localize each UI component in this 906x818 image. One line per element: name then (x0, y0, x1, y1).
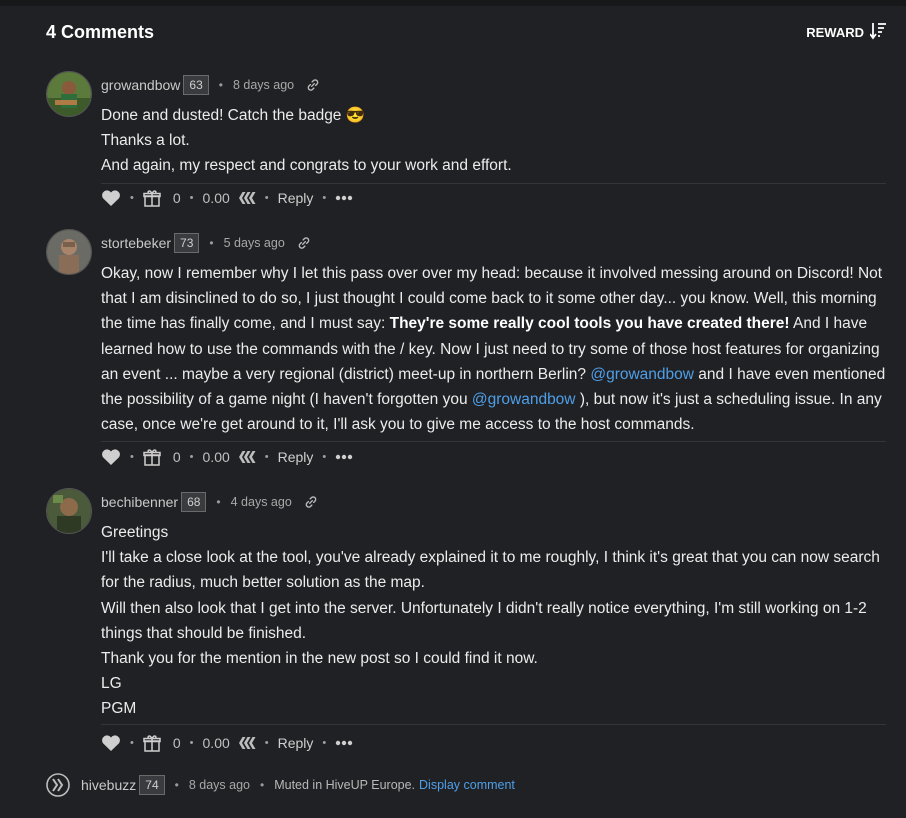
comment-item: growandbow 63 • 8 days ago Done and dust… (46, 71, 886, 216)
gift-icon[interactable] (143, 189, 161, 207)
comment-actions: • 0 • 0.00 • Reply • (101, 448, 353, 466)
comment-meta: growandbow 63 • 8 days ago (101, 75, 320, 95)
hivebuzz-avatar[interactable] (46, 773, 70, 797)
separator-dot: • (189, 192, 194, 204)
gift-icon[interactable] (143, 448, 161, 466)
mention-link[interactable]: @growandbow (590, 366, 694, 383)
comment-paragraph: Okay, now I remember why I let this pass… (101, 261, 891, 437)
mention-link[interactable]: @growandbow (472, 391, 576, 408)
comment-line: Done and dusted! Catch the badge 😎 (101, 107, 366, 124)
display-comment-link[interactable]: Display comment (419, 778, 515, 792)
comment-body: Greetings I'll take a close look at the … (101, 520, 891, 722)
avatar[interactable] (46, 229, 92, 275)
comment-item: bechibenner 68 • 4 days ago Greetings I'… (46, 488, 886, 758)
separator-dot: • (130, 192, 134, 204)
comment-line: Thank you for the mention in the new pos… (101, 650, 538, 668)
comment-line: And again, my respect and congrats to yo… (101, 157, 512, 175)
comment-line: Thanks a lot. (101, 132, 190, 150)
link-icon[interactable] (306, 78, 320, 92)
reply-button[interactable]: Reply (278, 190, 314, 206)
timestamp[interactable]: 8 days ago (189, 778, 250, 792)
hive-icon (238, 190, 256, 206)
reply-button[interactable]: Reply (278, 735, 314, 751)
separator-dot: • (322, 737, 327, 749)
divider (101, 441, 886, 442)
reputation-badge: 73 (174, 233, 200, 253)
vote-count[interactable]: 0 (173, 190, 181, 206)
timestamp[interactable]: 5 days ago (224, 236, 285, 250)
separator-dot: • (216, 495, 221, 509)
payout-value[interactable]: 0.00 (203, 735, 230, 751)
comment-line: LG (101, 675, 122, 693)
separator-dot: • (322, 451, 327, 463)
author-name[interactable]: growandbow (101, 77, 180, 93)
comment-body: Done and dusted! Catch the badge 😎 Thank… (101, 103, 891, 179)
more-icon[interactable] (335, 454, 353, 460)
author-name[interactable]: stortebeker (101, 235, 171, 251)
divider (101, 724, 886, 725)
timestamp[interactable]: 4 days ago (231, 495, 292, 509)
comments-header: 4 Comments REWARD (46, 22, 886, 46)
heart-icon[interactable] (101, 448, 121, 466)
reward-sort-label: REWARD (806, 25, 864, 40)
more-icon[interactable] (335, 195, 353, 201)
comment-line: Greetings (101, 524, 169, 541)
comment-meta: bechibenner 68 • 4 days ago (101, 492, 318, 512)
reply-button[interactable]: Reply (278, 449, 314, 465)
comment-line: I'll take a close look at the tool, you'… (101, 549, 880, 592)
comment-line: PGM (101, 700, 137, 718)
hive-icon (238, 735, 256, 751)
heart-icon[interactable] (101, 734, 121, 752)
separator-dot: • (189, 737, 194, 749)
reputation-badge: 63 (183, 75, 209, 95)
muted-message: Muted in HiveUP Europe. (274, 778, 416, 792)
avatar[interactable] (46, 71, 92, 117)
separator-dot: • (189, 451, 194, 463)
more-icon[interactable] (335, 740, 353, 746)
vote-count[interactable]: 0 (173, 735, 181, 751)
separator-dot: • (218, 78, 223, 92)
muted-comment: hivebuzz 74 • 8 days ago • Muted in Hive… (46, 773, 515, 797)
comment-bold-text: They're some really cool tools you have … (389, 315, 790, 333)
avatar[interactable] (46, 488, 92, 534)
reputation-badge: 74 (139, 775, 165, 795)
gift-icon[interactable] (143, 734, 161, 752)
comment-actions: • 0 • 0.00 • Reply • (101, 734, 353, 752)
link-icon[interactable] (297, 236, 311, 250)
heart-icon[interactable] (101, 189, 121, 207)
separator-dot: • (130, 451, 134, 463)
divider (101, 183, 886, 184)
payout-value[interactable]: 0.00 (203, 449, 230, 465)
reward-sort-button[interactable]: REWARD (806, 22, 886, 43)
comment-actions: • 0 • 0.00 • Reply • (101, 189, 353, 207)
timestamp[interactable]: 8 days ago (233, 78, 294, 92)
top-bar (0, 0, 906, 6)
comment-body: Okay, now I remember why I let this pass… (101, 261, 891, 437)
separator-dot: • (209, 236, 214, 250)
payout-value[interactable]: 0.00 (203, 190, 230, 206)
vote-count[interactable]: 0 (173, 449, 181, 465)
reputation-badge: 68 (181, 492, 207, 512)
separator-dot: • (322, 192, 327, 204)
separator-dot: • (264, 192, 269, 204)
link-icon[interactable] (304, 495, 318, 509)
comments-count-title: 4 Comments (46, 22, 155, 42)
comment-item: stortebeker 73 • 5 days ago Okay, now I … (46, 229, 886, 474)
separator-dot: • (264, 737, 269, 749)
separator-dot: • (130, 737, 134, 749)
comment-line: Will then also look that I get into the … (101, 599, 867, 642)
author-name[interactable]: bechibenner (101, 494, 178, 510)
sort-icon (869, 22, 886, 43)
comment-meta: stortebeker 73 • 5 days ago (101, 233, 311, 253)
separator-dot: • (264, 451, 269, 463)
author-name[interactable]: hivebuzz (81, 777, 136, 793)
hive-icon (238, 449, 256, 465)
separator-dot: • (174, 778, 179, 792)
separator-dot: • (260, 778, 265, 792)
